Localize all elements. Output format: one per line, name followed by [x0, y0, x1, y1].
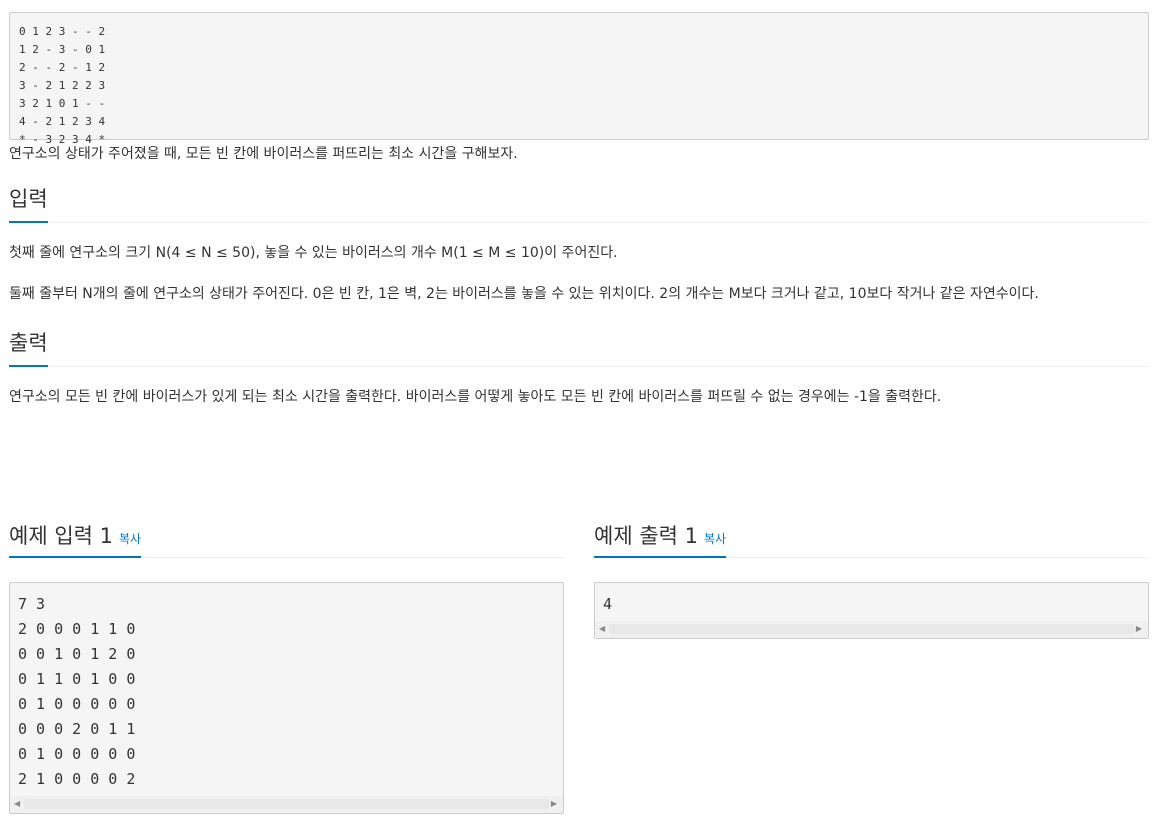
sample-input-panel: 예제 입력 1 복사 7 3 2 0 0 0 1 1 0 0 0 1 0 1 2 0 0…: [9, 522, 564, 814]
example-grid-row: 2 - - 2 - 1 2: [19, 61, 106, 74]
problem-description: 연구소의 상태가 주어졌을 때, 모든 빈 칸에 바이러스를 퍼뜨리는 최소 시…: [9, 146, 518, 162]
output-paragraph: 연구소의 모든 빈 칸에 바이러스가 있게 되는 최소 시간을 출력한다. 바이…: [9, 389, 942, 405]
example-grid-row: 4 - 2 1 2 3 4: [19, 115, 106, 128]
sample-input-pre: 7 3 2 0 0 0 1 1 0 0 0 1 0 1 2 0 0 1 1 0 1 0…: [10, 583, 563, 792]
example-grid-block: 0 1 2 3 - - 2 1 2 - 3 - 0 1 2 - - 2 - 1 2 3…: [9, 12, 1149, 146]
sample-input-header: 예제 입력 1 복사: [9, 522, 564, 558]
input-section-title: 입력: [9, 185, 48, 223]
sample-input-line: 0 1 0 0 0 0 0: [18, 695, 136, 713]
output-section-header: 출력: [9, 327, 1149, 367]
sample-input-line: 7 3: [18, 595, 46, 613]
output-section-body: 연구소의 모든 빈 칸에 바이러스가 있게 되는 최소 시간을 출력한다. 바이…: [9, 383, 1149, 412]
problem-page: 0 1 2 3 - - 2 1 2 - 3 - 0 1 2 - - 2 - 1 2 3…: [9, 12, 1149, 412]
sample-input-title-wrap: 예제 입력 1 복사: [9, 522, 142, 558]
sample-output-title-wrap: 예제 출력 1 복사: [594, 522, 727, 558]
sample-output-pre: 4: [595, 583, 1148, 617]
example-grid-row: 3 - 2 1 2 2 3: [19, 79, 106, 92]
sample-output-header: 예제 출력 1 복사: [594, 522, 1149, 558]
sample-output-line: 4: [603, 595, 613, 613]
example-grid-row: 0 1 2 3 - - 2: [19, 25, 106, 38]
copy-sample-output-button[interactable]: 복사: [704, 532, 726, 546]
output-section-title: 출력: [9, 329, 48, 367]
example-grid-row: 3 2 1 0 1 - -: [19, 97, 106, 110]
scrollbar-track[interactable]: [24, 799, 549, 809]
sample-output-box[interactable]: 4 ◀ ▶: [594, 582, 1149, 639]
input-paragraph: 둘째 줄부터 N개의 줄에 연구소의 상태가 주어진다. 0은 빈 칸, 1은 …: [9, 286, 1039, 302]
sample-output-title: 예제 출력 1: [594, 524, 698, 548]
scrollbar-track[interactable]: [609, 624, 1134, 634]
sample-input-line: 2 1 0 0 0 0 2: [18, 770, 136, 788]
sample-input-line: 0 1 1 0 1 0 0: [18, 670, 136, 688]
sample-input-line: 0 0 1 0 1 2 0: [18, 645, 136, 663]
scroll-right-arrow-icon[interactable]: ▶: [1136, 624, 1142, 633]
scroll-left-arrow-icon[interactable]: ◀: [14, 799, 20, 808]
input-section-body: 첫째 줄에 연구소의 크기 N(4 ≤ N ≤ 50), 놓을 수 있는 바이러…: [9, 239, 1149, 309]
horizontal-scrollbar[interactable]: ◀ ▶: [10, 796, 563, 813]
input-section-header: 입력: [9, 183, 1149, 223]
sample-input-box[interactable]: 7 3 2 0 0 0 1 1 0 0 0 1 0 1 2 0 0 1 1 0 1 0…: [9, 582, 564, 814]
example-grid-row: 1 2 - 3 - 0 1: [19, 43, 106, 56]
samples-area: 예제 입력 1 복사 7 3 2 0 0 0 1 1 0 0 0 1 0 1 2 0 0…: [9, 522, 1149, 822]
sample-input-title: 예제 입력 1: [9, 524, 113, 548]
sample-input-line: 0 1 0 0 0 0 0: [18, 745, 136, 763]
scroll-right-arrow-icon[interactable]: ▶: [551, 799, 557, 808]
scroll-left-arrow-icon[interactable]: ◀: [599, 624, 605, 633]
input-paragraph: 첫째 줄에 연구소의 크기 N(4 ≤ N ≤ 50), 놓을 수 있는 바이러…: [9, 245, 618, 261]
copy-sample-input-button[interactable]: 복사: [119, 532, 141, 546]
horizontal-scrollbar[interactable]: ◀ ▶: [595, 621, 1148, 638]
sample-output-panel: 예제 출력 1 복사 4 ◀ ▶: [594, 522, 1149, 639]
sample-input-line: 2 0 0 0 1 1 0: [18, 620, 136, 638]
sample-input-line: 0 0 0 2 0 1 1: [18, 720, 136, 738]
